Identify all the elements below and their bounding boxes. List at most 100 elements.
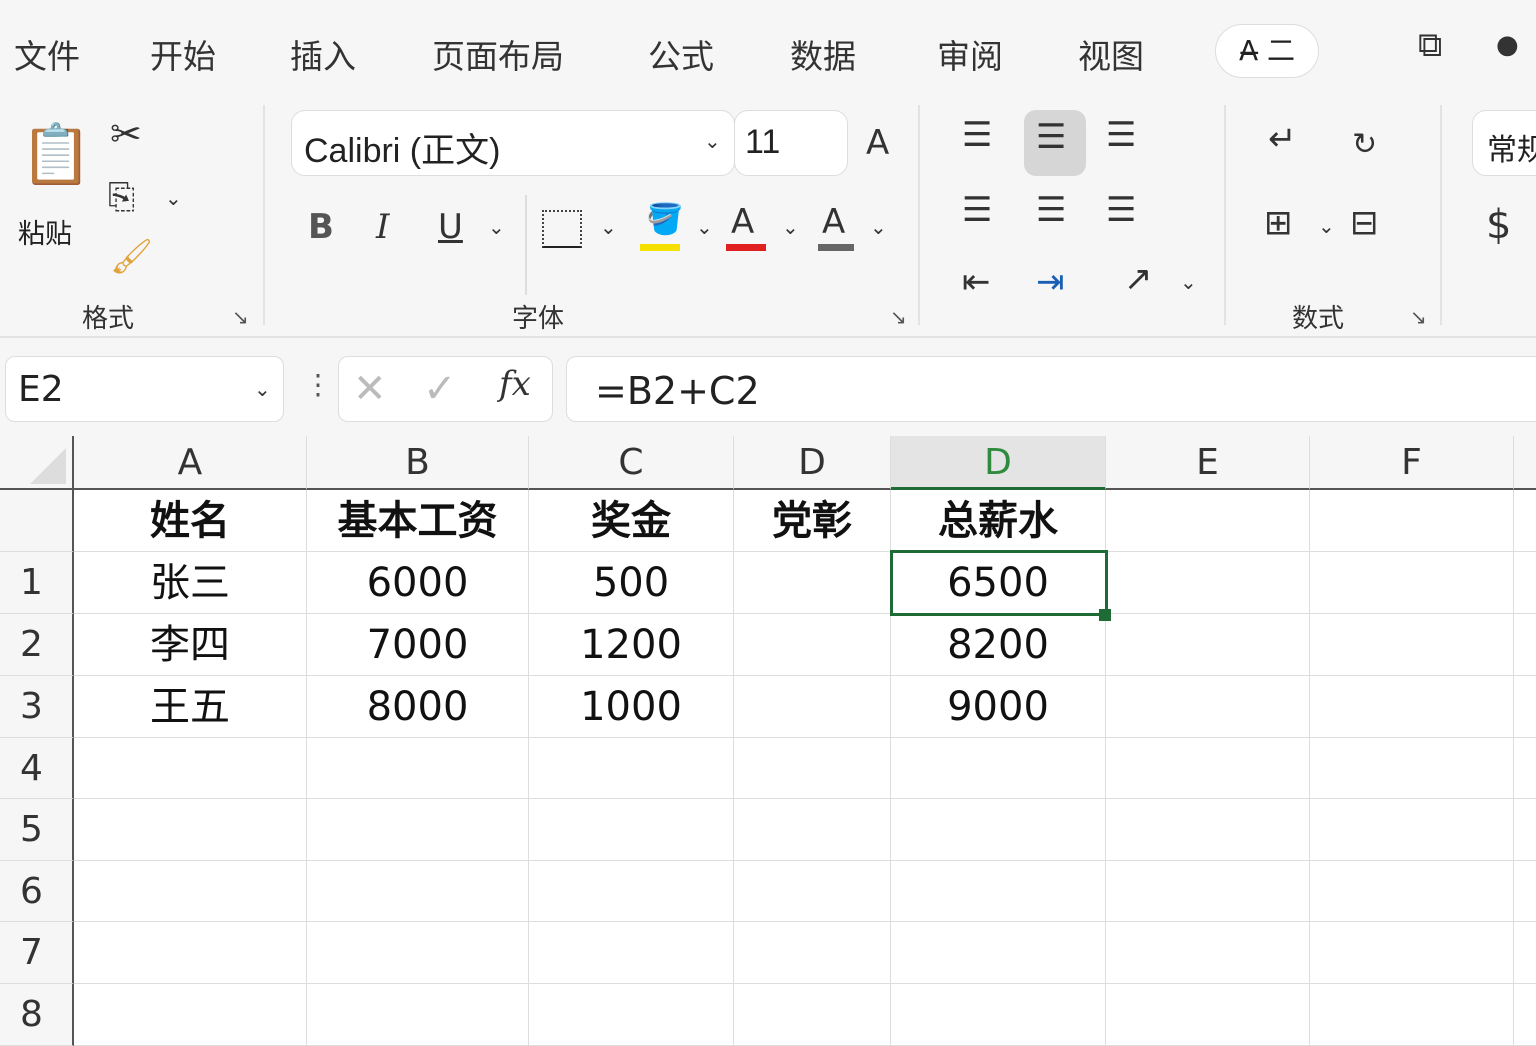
cell[interactable] (1106, 799, 1310, 861)
align-bottom-icon[interactable]: ☰ (1106, 118, 1136, 152)
header-cell[interactable]: 党彰 (734, 490, 891, 552)
cell[interactable]: 李四 (74, 614, 307, 676)
cell[interactable]: 8200 (891, 614, 1106, 676)
column-header-f[interactable]: F (1310, 436, 1514, 490)
fill-color-icon[interactable]: 🪣 (646, 205, 683, 235)
column-header-d[interactable]: D (891, 436, 1106, 490)
cell[interactable]: 张三 (74, 552, 307, 614)
tab-review[interactable]: 审阅 (937, 30, 1003, 78)
cell-styles-icon[interactable]: ⊟ (1350, 206, 1379, 240)
cell[interactable]: 1000 (529, 676, 734, 738)
cell[interactable] (74, 861, 307, 922)
row-header[interactable]: 8 (0, 984, 74, 1046)
cell[interactable] (1514, 799, 1536, 861)
row-header[interactable]: 6 (0, 861, 74, 922)
align-right-icon[interactable]: ☰ (1106, 193, 1136, 227)
fill-handle[interactable] (1099, 609, 1111, 621)
cell[interactable] (891, 861, 1106, 922)
cell[interactable] (1310, 552, 1514, 614)
increase-font-icon[interactable]: A (866, 126, 889, 160)
row-header[interactable]: 3 (0, 676, 74, 738)
cell[interactable]: 7000 (307, 614, 529, 676)
cell[interactable] (734, 799, 891, 861)
cut-icon[interactable]: ✂ (110, 115, 142, 153)
cell[interactable] (307, 984, 529, 1046)
cell[interactable] (1514, 738, 1536, 799)
cell[interactable] (734, 861, 891, 922)
format-painter-icon[interactable]: 🖌 (110, 240, 153, 274)
cell[interactable] (74, 799, 307, 861)
cancel-icon[interactable]: ✕ (353, 369, 387, 409)
cell[interactable] (74, 922, 307, 984)
header-cell[interactable]: 姓名 (74, 490, 307, 552)
chevron-down-icon[interactable]: ⌄ (165, 186, 182, 210)
cell[interactable] (1514, 922, 1536, 984)
cell[interactable] (529, 922, 734, 984)
cell[interactable] (1514, 552, 1536, 614)
chevron-down-icon[interactable]: ⌄ (696, 215, 713, 239)
cell[interactable] (1310, 984, 1514, 1046)
cell[interactable]: 500 (529, 552, 734, 614)
increase-indent-icon[interactable]: ⇥ (1036, 265, 1065, 299)
merge-icon[interactable]: ↻ (1352, 130, 1377, 160)
cell[interactable] (891, 922, 1106, 984)
cell[interactable] (529, 738, 734, 799)
tab-view[interactable]: 视图 (1078, 30, 1144, 78)
cell[interactable] (529, 984, 734, 1046)
header-cell[interactable] (1106, 490, 1310, 552)
tab-data[interactable]: 数据 (790, 30, 856, 78)
cell[interactable]: 9000 (891, 676, 1106, 738)
column-header-e[interactable]: E (1106, 436, 1310, 490)
tab-page-layout[interactable]: 页面布局 (432, 30, 564, 78)
cell[interactable] (1310, 799, 1514, 861)
tab-file[interactable]: 文件 (14, 30, 80, 78)
cell[interactable] (1106, 984, 1310, 1046)
cell[interactable] (1310, 861, 1514, 922)
number-format-icon[interactable]: ⊞ (1264, 206, 1293, 240)
column-header-a[interactable]: A (74, 436, 307, 490)
number-format-select[interactable]: 常规 (1472, 110, 1536, 176)
tab-formulas[interactable]: 公式 (648, 30, 714, 78)
align-center-icon[interactable]: ☰ (1036, 193, 1066, 227)
cell[interactable] (1310, 738, 1514, 799)
cell[interactable] (307, 799, 529, 861)
chevron-down-icon[interactable]: ⌄ (870, 215, 887, 239)
tab-insert[interactable]: 插入 (290, 30, 356, 78)
header-cell[interactable] (1310, 490, 1514, 552)
cell[interactable] (529, 799, 734, 861)
cell[interactable] (734, 614, 891, 676)
cell[interactable] (1310, 614, 1514, 676)
font-name-select[interactable]: Calibri (正文) ⌄ (291, 110, 735, 176)
row-header[interactable]: 2 (0, 614, 74, 676)
row-header[interactable]: 4 (0, 738, 74, 799)
cell[interactable] (1310, 676, 1514, 738)
column-header-c[interactable]: C (529, 436, 734, 490)
cell[interactable] (1514, 861, 1536, 922)
cell[interactable] (307, 861, 529, 922)
cell[interactable] (74, 984, 307, 1046)
chevron-down-icon[interactable]: ⌄ (488, 215, 505, 239)
row-header[interactable]: 7 (0, 922, 74, 984)
cell[interactable] (1106, 552, 1310, 614)
font-size-select[interactable]: 11 (734, 110, 848, 176)
text-style-toggle[interactable]: A̶ 二 (1215, 24, 1319, 78)
more-options-icon[interactable]: ⋮ (304, 368, 332, 401)
align-middle-button[interactable]: ☰ (1024, 110, 1086, 176)
header-cell[interactable]: 基本工资 (307, 490, 529, 552)
font-color-button[interactable]: A (731, 205, 754, 239)
italic-button[interactable]: I (376, 210, 389, 244)
row-header[interactable]: 1 (0, 552, 74, 614)
cell[interactable] (1514, 614, 1536, 676)
cell[interactable] (307, 922, 529, 984)
cell[interactable] (1310, 922, 1514, 984)
cell[interactable] (891, 984, 1106, 1046)
formula-input[interactable]: =B2+C2 (566, 356, 1536, 422)
header-cell[interactable] (1514, 490, 1536, 552)
currency-button[interactable]: $ (1486, 205, 1511, 245)
align-left-icon[interactable]: ☰ (962, 193, 992, 227)
insert-function-button[interactable]: fx (499, 367, 531, 401)
more-dot-icon[interactable]: ● (1496, 32, 1519, 58)
bold-button[interactable]: B (308, 210, 334, 244)
decrease-indent-icon[interactable]: ⇤ (962, 265, 991, 299)
cell[interactable] (734, 676, 891, 738)
